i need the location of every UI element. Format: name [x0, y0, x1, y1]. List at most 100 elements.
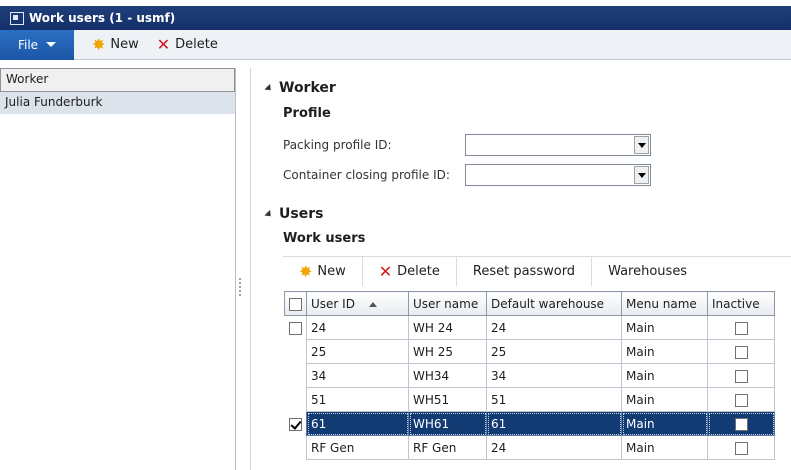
window-titlebar: Work users (1 - usmf) — [0, 0, 791, 30]
grid-delete-label: Delete — [397, 264, 440, 279]
user-id-cell[interactable]: 51 — [306, 387, 409, 412]
worker-list-header[interactable]: Worker — [0, 68, 235, 92]
file-menu-button[interactable]: File — [0, 29, 74, 60]
sort-ascending-icon — [368, 301, 377, 307]
table-row[interactable]: 24 WH 24 24 Main — [284, 315, 775, 340]
work-users-group-title: Work users — [283, 231, 366, 246]
inactive-cell[interactable] — [707, 339, 775, 364]
delete-button[interactable]: ✕ Delete — [156, 34, 218, 54]
row-select-checkbox[interactable] — [288, 417, 302, 431]
row-select-cell[interactable] — [284, 363, 307, 388]
packing-profile-label: Packing profile ID: — [283, 138, 392, 152]
user-name-cell[interactable]: WH51 — [408, 387, 487, 412]
grid-new-button[interactable]: ✸ New — [283, 257, 363, 286]
chevron-down-icon — [46, 42, 57, 47]
row-select-cell[interactable] — [284, 435, 307, 460]
grip-icon — [239, 278, 241, 298]
inactive-checkbox[interactable] — [734, 393, 748, 407]
new-button[interactable]: ✸ New — [92, 34, 139, 54]
table-row[interactable]: RF Gen RF Gen 24 Main — [284, 435, 775, 460]
grid-delete-button[interactable]: ✕ Delete — [363, 257, 457, 286]
default-warehouse-cell[interactable]: 61 — [486, 411, 622, 436]
default-warehouse-cell[interactable]: 34 — [486, 363, 622, 388]
form-icon — [10, 11, 24, 25]
warehouses-button[interactable]: Warehouses — [592, 257, 703, 286]
column-header-user-id[interactable]: User ID — [306, 291, 409, 316]
row-select-cell[interactable] — [284, 387, 307, 412]
user-id-cell[interactable]: RF Gen — [306, 435, 409, 460]
dropdown-arrow-icon[interactable] — [634, 136, 649, 154]
new-label: New — [110, 37, 139, 52]
pane-splitter[interactable] — [236, 68, 246, 470]
reset-password-button[interactable]: Reset password — [457, 257, 593, 286]
menu-name-cell[interactable]: Main — [621, 315, 708, 340]
table-row[interactable]: 51 WH51 51 Main — [284, 387, 775, 412]
user-id-cell[interactable]: 25 — [306, 339, 409, 364]
column-header-menu-name[interactable]: Menu name — [621, 291, 708, 316]
default-warehouse-cell[interactable]: 24 — [486, 315, 622, 340]
user-name-cell[interactable]: WH 25 — [408, 339, 487, 364]
column-header-user-name[interactable]: User name — [408, 291, 487, 316]
user-name-cell[interactable]: WH34 — [408, 363, 487, 388]
new-star-icon: ✸ — [92, 34, 106, 54]
inactive-checkbox[interactable] — [734, 441, 748, 455]
table-row[interactable]: 34 WH34 34 Main — [284, 363, 775, 388]
delete-label: Delete — [175, 37, 218, 52]
delete-x-icon: ✕ — [156, 34, 171, 54]
menu-name-cell[interactable]: Main — [621, 411, 708, 436]
packing-profile-select[interactable] — [465, 134, 651, 156]
column-label: User ID — [311, 296, 355, 311]
inactive-checkbox[interactable] — [734, 345, 748, 359]
inactive-cell[interactable] — [707, 363, 775, 388]
default-warehouse-cell[interactable]: 51 — [486, 387, 622, 412]
delete-x-icon: ✕ — [378, 261, 393, 281]
row-select-cell[interactable] — [284, 411, 307, 436]
menu-name-cell[interactable]: Main — [621, 363, 708, 388]
worker-section-title: Worker — [279, 80, 336, 96]
container-closing-profile-select[interactable] — [465, 164, 651, 186]
user-id-cell[interactable]: 24 — [306, 315, 409, 340]
inactive-cell[interactable] — [707, 387, 775, 412]
menu-name-cell[interactable]: Main — [621, 387, 708, 412]
user-id-cell[interactable]: 61 — [306, 411, 409, 436]
table-row[interactable]: 25 WH 25 25 Main — [284, 339, 775, 364]
row-select-cell[interactable] — [284, 339, 307, 364]
inactive-cell[interactable] — [707, 435, 775, 460]
default-warehouse-cell[interactable]: 25 — [486, 339, 622, 364]
reset-password-label: Reset password — [472, 264, 576, 279]
collapse-triangle-icon — [264, 209, 274, 219]
collapse-triangle-icon — [264, 83, 274, 93]
file-menu-label: File — [17, 37, 39, 52]
profile-group-title: Profile — [283, 106, 331, 121]
worker-list-item[interactable]: Julia Funderburk — [0, 92, 235, 114]
select-all-checkbox-cell[interactable] — [284, 291, 307, 316]
inactive-checkbox[interactable] — [734, 417, 748, 431]
menu-name-cell[interactable]: Main — [621, 435, 708, 460]
grid-toolbar: ✸ New ✕ Delete Reset password Warehouses — [283, 256, 791, 286]
worker-list-pane: Worker Julia Funderburk — [0, 68, 236, 470]
inactive-cell[interactable] — [707, 411, 775, 436]
column-header-default-warehouse[interactable]: Default warehouse — [486, 291, 622, 316]
column-header-inactive[interactable]: Inactive — [707, 291, 775, 316]
menu-name-cell[interactable]: Main — [621, 339, 708, 364]
inactive-checkbox[interactable] — [734, 321, 748, 335]
grid-new-label: New — [317, 264, 346, 279]
table-row[interactable]: 61 WH61 61 Main — [284, 411, 775, 436]
user-name-cell[interactable]: WH 24 — [408, 315, 487, 340]
users-section-title: Users — [279, 206, 324, 222]
default-warehouse-cell[interactable]: 24 — [486, 435, 622, 460]
worker-section-header[interactable]: Worker — [264, 80, 336, 96]
user-name-cell[interactable]: RF Gen — [408, 435, 487, 460]
dropdown-arrow-icon[interactable] — [634, 166, 649, 184]
row-select-cell[interactable] — [284, 315, 307, 340]
inactive-cell[interactable] — [707, 315, 775, 340]
users-section-header[interactable]: Users — [264, 206, 324, 222]
user-name-cell[interactable]: WH61 — [408, 411, 487, 436]
new-star-icon: ✸ — [299, 261, 313, 281]
work-users-grid: User ID User name Default warehouse Menu… — [284, 291, 775, 460]
inactive-checkbox[interactable] — [734, 369, 748, 383]
user-id-cell[interactable]: 34 — [306, 363, 409, 388]
warehouses-label: Warehouses — [608, 264, 688, 279]
row-select-checkbox[interactable] — [288, 321, 302, 335]
select-all-checkbox[interactable] — [289, 297, 302, 311]
